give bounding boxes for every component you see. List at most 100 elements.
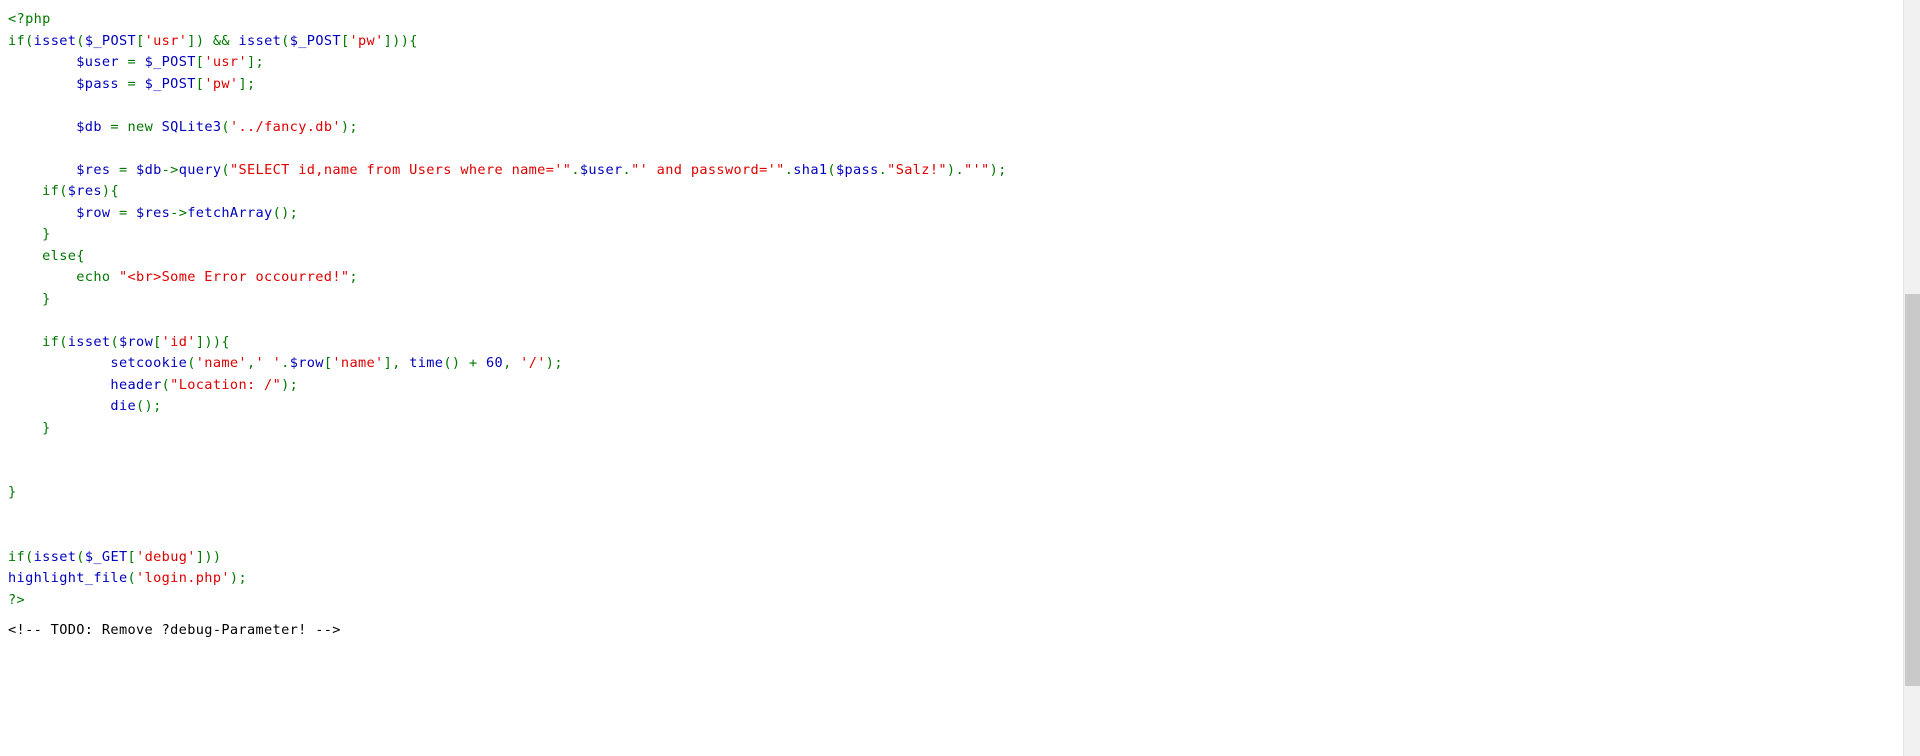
code-token: $pass bbox=[835, 161, 879, 178]
code-token: $db bbox=[8, 118, 102, 135]
vertical-scrollbar-track[interactable] bbox=[1903, 0, 1920, 756]
code-token: = bbox=[118, 75, 145, 92]
code-token: highlight_file bbox=[8, 570, 128, 586]
code-token: $db bbox=[136, 161, 162, 178]
code-token: isset bbox=[33, 548, 77, 565]
code-token: (); bbox=[272, 204, 299, 221]
code-token: ( bbox=[59, 183, 68, 199]
code-line: else{ bbox=[8, 246, 1886, 268]
code-line: } bbox=[8, 482, 1886, 504]
code-token: $pass bbox=[8, 75, 119, 92]
code-token: setcookie bbox=[8, 355, 188, 371]
code-line: header("Location: /"); bbox=[8, 375, 1886, 397]
code-token: ( bbox=[59, 333, 68, 350]
code-token: } bbox=[8, 290, 51, 307]
code-token: ], bbox=[383, 355, 410, 371]
code-token: else bbox=[8, 247, 77, 264]
code-token: $user bbox=[579, 161, 623, 178]
code-token: } bbox=[8, 419, 51, 436]
code-token: "<br>Some Error occourred!" bbox=[118, 269, 350, 285]
code-token: } bbox=[8, 226, 51, 242]
code-token: ?> bbox=[8, 591, 26, 608]
code-line: die(); bbox=[8, 396, 1886, 418]
code-token: if bbox=[8, 32, 26, 49]
code-token: ]; bbox=[247, 54, 265, 70]
code-token: $_POST bbox=[144, 75, 196, 92]
code-token: 'name' bbox=[332, 355, 384, 371]
code-token: ); bbox=[229, 570, 247, 586]
code-line: $db = new SQLite3('../fancy.db'); bbox=[8, 117, 1886, 139]
code-token: "'" bbox=[963, 161, 990, 178]
code-token: $_POST bbox=[144, 54, 196, 70]
code-token: <?php bbox=[8, 11, 51, 27]
code-token: = bbox=[118, 54, 145, 70]
code-token: $_POST bbox=[289, 32, 341, 49]
vertical-scrollbar-thumb[interactable] bbox=[1905, 294, 1920, 686]
code-token: 60 bbox=[486, 355, 504, 371]
code-line: if(isset($row['id'])){ bbox=[8, 332, 1886, 354]
code-token: ( bbox=[187, 355, 196, 371]
code-line: } bbox=[8, 418, 1886, 440]
code-token: ); bbox=[281, 376, 299, 393]
source-code-area: <?php if(isset($_POST['usr']) && isset($_… bbox=[0, 0, 1886, 756]
code-token: sha1 bbox=[793, 161, 828, 178]
code-token: , bbox=[246, 355, 256, 371]
code-token: 'login.php' bbox=[136, 570, 230, 586]
code-line: if(isset($_POST['usr']) && isset($_POST[… bbox=[8, 31, 1886, 53]
code-token: $res bbox=[8, 161, 111, 178]
code-token: 'pw' bbox=[204, 75, 239, 92]
code-token: ( bbox=[76, 32, 85, 49]
code-token: query bbox=[178, 161, 222, 178]
code-line: $res = $db->query("SELECT id,name from U… bbox=[8, 160, 1886, 182]
code-token: ( bbox=[827, 161, 836, 178]
code-token: -> bbox=[170, 204, 188, 221]
code-token: (); bbox=[136, 398, 162, 414]
code-token: ( bbox=[221, 161, 230, 178]
browser-viewport: <?php if(isset($_POST['usr']) && isset($_… bbox=[0, 0, 1920, 756]
code-token: ( bbox=[127, 570, 137, 586]
code-token: . bbox=[784, 161, 794, 178]
code-token: fetchArray bbox=[187, 204, 273, 221]
code-token: . bbox=[622, 161, 632, 178]
code-token: , bbox=[503, 355, 521, 371]
code-token: if bbox=[8, 183, 60, 199]
code-token: if bbox=[8, 548, 26, 565]
code-token: ( bbox=[110, 333, 119, 350]
code-token: die bbox=[8, 398, 137, 414]
code-line: ?> bbox=[8, 590, 1886, 612]
code-token: 'id' bbox=[161, 333, 196, 350]
code-token: } bbox=[8, 484, 17, 500]
code-token: ; bbox=[349, 269, 358, 285]
code-token: 'usr' bbox=[144, 32, 188, 49]
code-line: setcookie('name',' '.$row['name'], time(… bbox=[8, 353, 1886, 375]
code-line: $row = $res->fetchArray(); bbox=[8, 203, 1886, 225]
code-token: "' and password='" bbox=[631, 161, 785, 178]
code-line: $user = $_POST['usr']; bbox=[8, 52, 1886, 74]
code-line: <?php bbox=[8, 9, 1886, 31]
code-token: $_GET bbox=[84, 548, 128, 565]
php-highlighted-source: <?php if(isset($_POST['usr']) && isset($_… bbox=[0, 0, 1886, 611]
code-token: ]; bbox=[238, 75, 256, 92]
code-token: "SELECT id,name from Users where name='" bbox=[229, 161, 572, 178]
code-token: ]) bbox=[187, 32, 205, 49]
code-token: . bbox=[281, 355, 290, 371]
code-line: } bbox=[8, 289, 1886, 311]
code-token: [ bbox=[136, 32, 145, 49]
code-token: header bbox=[8, 376, 162, 393]
code-token: 'debug' bbox=[136, 548, 196, 565]
code-token: = bbox=[101, 118, 128, 135]
code-token: ){ bbox=[101, 183, 119, 199]
code-token: ); bbox=[989, 161, 1007, 178]
code-token: $row bbox=[118, 333, 154, 350]
code-token: time bbox=[409, 355, 444, 371]
code-token: 'name' bbox=[195, 355, 247, 371]
code-token: SQLite3 bbox=[153, 118, 222, 135]
code-token: ); bbox=[545, 355, 563, 371]
